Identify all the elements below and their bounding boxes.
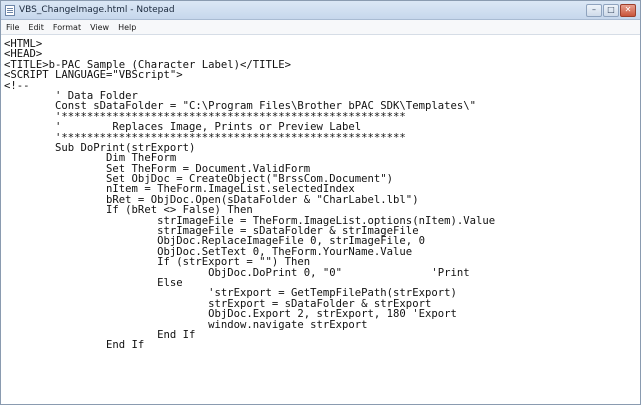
title-bar[interactable]: VBS_ChangeImage.html - Notepad – □ ✕ <box>1 1 640 20</box>
menu-format[interactable]: Format <box>53 23 81 32</box>
maximize-button[interactable]: □ <box>603 3 619 17</box>
window-title: VBS_ChangeImage.html - Notepad <box>19 5 175 15</box>
text-editor-area[interactable]: <HTML> <HEAD> <TITLE>b-PAC Sample (Charact… <box>1 35 640 404</box>
code-line: <SCRIPT LANGUAGE="VBScript"> <box>4 69 183 82</box>
menu-bar: File Edit Format View Help <box>1 20 640 35</box>
code-line: ObjDoc.Export 2, strExport, 180 'Export <box>4 308 457 321</box>
close-button[interactable]: ✕ <box>620 3 636 17</box>
menu-view[interactable]: View <box>90 23 109 32</box>
menu-help[interactable]: Help <box>118 23 136 32</box>
notepad-icon <box>5 4 15 16</box>
notepad-window: VBS_ChangeImage.html - Notepad – □ ✕ Fil… <box>0 0 641 405</box>
window-controls: – □ ✕ <box>586 3 636 17</box>
menu-file[interactable]: File <box>6 23 19 32</box>
minimize-button[interactable]: – <box>586 3 602 17</box>
code-line: ' Replaces Image, Prints or Preview Labe… <box>4 121 362 134</box>
code-line: End If <box>4 339 145 352</box>
menu-edit[interactable]: Edit <box>28 23 44 32</box>
code-line: <HTML> <box>4 38 43 50</box>
